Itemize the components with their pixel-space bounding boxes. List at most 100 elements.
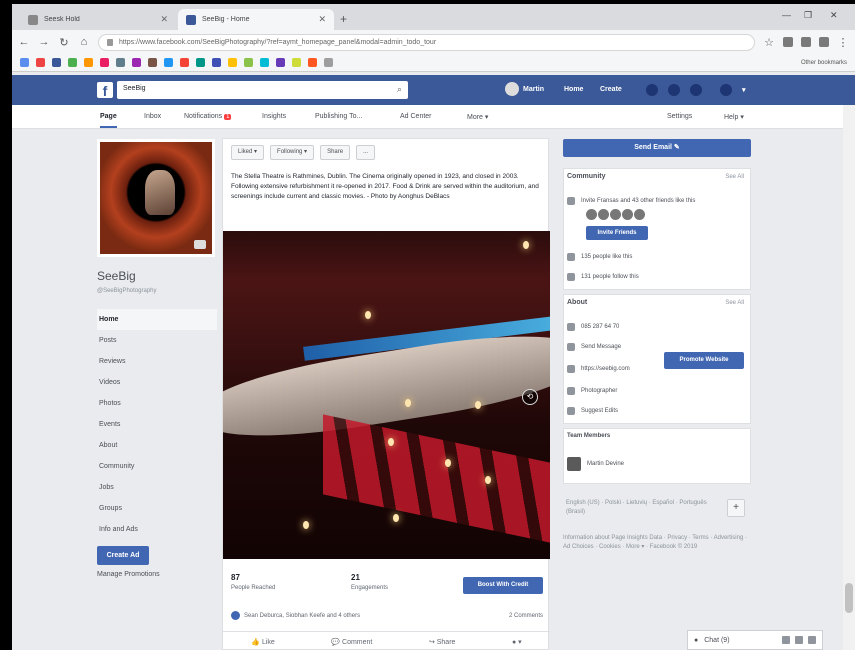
category-link[interactable]: Photographer — [581, 388, 617, 394]
follows-count-text[interactable]: 131 people follow this — [581, 274, 639, 280]
bookmark-icon[interactable] — [100, 58, 109, 67]
facebook-logo-icon[interactable]: f — [97, 82, 113, 99]
left-nav-photos[interactable]: Photos — [97, 393, 217, 414]
back-arrow-icon[interactable]: ← — [18, 36, 30, 48]
address-bar[interactable]: https://www.facebook.com/SeeBigPhotograp… — [98, 33, 755, 51]
bookmark-icon[interactable] — [276, 58, 285, 67]
likes-count-text[interactable]: 135 people like this — [581, 254, 632, 260]
invite-friends-button[interactable]: Invite Friends — [586, 226, 648, 240]
comments-count[interactable]: 2 Comments — [509, 613, 543, 619]
create-link[interactable]: Create — [600, 86, 622, 93]
bookmark-icon[interactable] — [228, 58, 237, 67]
create-ad-button[interactable]: Create Ad — [97, 546, 149, 565]
other-bookmarks[interactable]: Other bookmarks — [801, 60, 847, 66]
photo-360-control-icon[interactable]: ⟲ — [522, 389, 538, 405]
forward-arrow-icon[interactable]: → — [38, 36, 50, 48]
browser-tab-active[interactable]: SeeBig - Home ✕ — [178, 9, 334, 30]
tab-settings[interactable]: Settings — [667, 113, 692, 120]
tab-inbox[interactable]: Inbox — [144, 113, 161, 120]
new-tab-button[interactable]: + — [340, 12, 347, 26]
bookmark-icon[interactable] — [244, 58, 253, 67]
bookmark-icon[interactable] — [164, 58, 173, 67]
tab-publishing-tools[interactable]: Publishing To... — [315, 113, 362, 120]
avatar[interactable] — [622, 209, 633, 220]
bookmark-icon[interactable] — [212, 58, 221, 67]
extension-icon[interactable] — [783, 37, 793, 47]
close-window-button[interactable]: ✕ — [830, 10, 838, 21]
promote-website-button[interactable]: Promote Website — [664, 352, 744, 369]
reload-icon[interactable]: ↻ — [58, 36, 70, 49]
tab-close-icon[interactable]: ✕ — [318, 14, 326, 25]
left-nav-groups[interactable]: Groups — [97, 498, 217, 519]
avatar[interactable] — [610, 209, 621, 220]
bookmark-icon[interactable] — [36, 58, 45, 67]
footer-links[interactable]: Information about Page Insights Data · P… — [563, 534, 751, 552]
page-handle[interactable]: @SeeBigPhotography — [97, 288, 156, 294]
post-photo-360[interactable]: ⟲ — [223, 231, 550, 559]
menu-dots-icon[interactable]: ⋮ — [837, 36, 849, 49]
home-link[interactable]: Home — [564, 86, 583, 93]
tab-more[interactable]: More ▾ — [467, 113, 488, 121]
about-see-all-link[interactable]: See All — [725, 300, 744, 306]
maximize-button[interactable]: ❐ — [804, 10, 812, 21]
send-message-link[interactable]: Send Message — [581, 344, 621, 350]
left-nav-reviews[interactable]: Reviews — [97, 351, 217, 372]
browser-tab-inactive[interactable]: Seesk Hold ✕ — [20, 9, 176, 30]
scrollbar-thumb[interactable] — [845, 583, 853, 613]
tab-help[interactable]: Help ▾ — [724, 113, 744, 121]
language-links[interactable]: English (US) · Polski · Lietuvių · Españ… — [566, 499, 716, 517]
bookmark-icon[interactable] — [20, 58, 29, 67]
left-nav-community[interactable]: Community — [97, 456, 217, 477]
page-scrollbar[interactable] — [843, 105, 855, 650]
page-profile-picture[interactable] — [97, 139, 215, 257]
camera-icon[interactable] — [194, 240, 206, 249]
community-see-all-link[interactable]: See All — [725, 174, 744, 180]
send-email-button[interactable]: Send Email ✎ — [563, 139, 751, 157]
bookmark-icon[interactable] — [148, 58, 157, 67]
tab-ad-center[interactable]: Ad Center — [400, 113, 432, 120]
help-icon[interactable] — [720, 84, 732, 96]
bookmark-icon[interactable] — [116, 58, 125, 67]
left-nav-home[interactable]: Home — [97, 309, 217, 330]
more-options-button[interactable]: ... — [356, 145, 376, 160]
extension-icon[interactable] — [801, 37, 811, 47]
left-nav-about[interactable]: About — [97, 435, 217, 456]
reactions-text[interactable]: Sean Deburca, Siobhan Keefe and 4 others — [244, 613, 360, 619]
tab-close-icon[interactable]: ✕ — [160, 14, 168, 25]
bookmark-icon[interactable] — [324, 58, 333, 67]
group-chat-icon[interactable] — [795, 636, 803, 644]
facebook-search-input[interactable]: SeeBig ⌕ — [117, 81, 408, 99]
chat-settings-icon[interactable] — [808, 636, 816, 644]
comment-button[interactable]: 💬 Comment — [331, 638, 372, 646]
left-nav-jobs[interactable]: Jobs — [97, 477, 217, 498]
friend-requests-icon[interactable] — [646, 84, 658, 96]
home-icon[interactable]: ⌂ — [78, 36, 90, 48]
tab-insights[interactable]: Insights — [262, 113, 286, 120]
team-member-row[interactable]: Martin Devine — [567, 457, 624, 471]
left-nav-posts[interactable]: Posts — [97, 330, 217, 351]
messenger-icon[interactable] — [668, 84, 680, 96]
bookmark-icon[interactable] — [308, 58, 317, 67]
like-button[interactable]: 👍 Like — [251, 638, 275, 646]
notifications-icon[interactable] — [690, 84, 702, 96]
bookmark-icon[interactable] — [180, 58, 189, 67]
bookmark-icon[interactable] — [68, 58, 77, 67]
profile-icon[interactable] — [819, 37, 829, 47]
avatar[interactable] — [586, 209, 597, 220]
manage-promotions-link[interactable]: Manage Promotions — [97, 571, 160, 578]
post-as-selector-icon[interactable]: ● ▾ — [512, 638, 522, 646]
new-message-icon[interactable] — [782, 636, 790, 644]
tab-page[interactable]: Page — [100, 113, 117, 128]
phone-number[interactable]: 085 287 64 70 — [581, 324, 619, 330]
bookmark-icon[interactable] — [84, 58, 93, 67]
bookmark-star-icon[interactable]: ☆ — [763, 36, 775, 49]
avatar[interactable] — [634, 209, 645, 220]
minimize-button[interactable]: — — [782, 10, 791, 20]
bookmark-icon[interactable] — [52, 58, 61, 67]
team-member-name[interactable]: Martin Devine — [587, 461, 624, 467]
left-nav-videos[interactable]: Videos — [97, 372, 217, 393]
bookmark-icon[interactable] — [292, 58, 301, 67]
add-language-button[interactable]: + — [727, 499, 745, 517]
avatar[interactable] — [598, 209, 609, 220]
bookmark-icon[interactable] — [260, 58, 269, 67]
